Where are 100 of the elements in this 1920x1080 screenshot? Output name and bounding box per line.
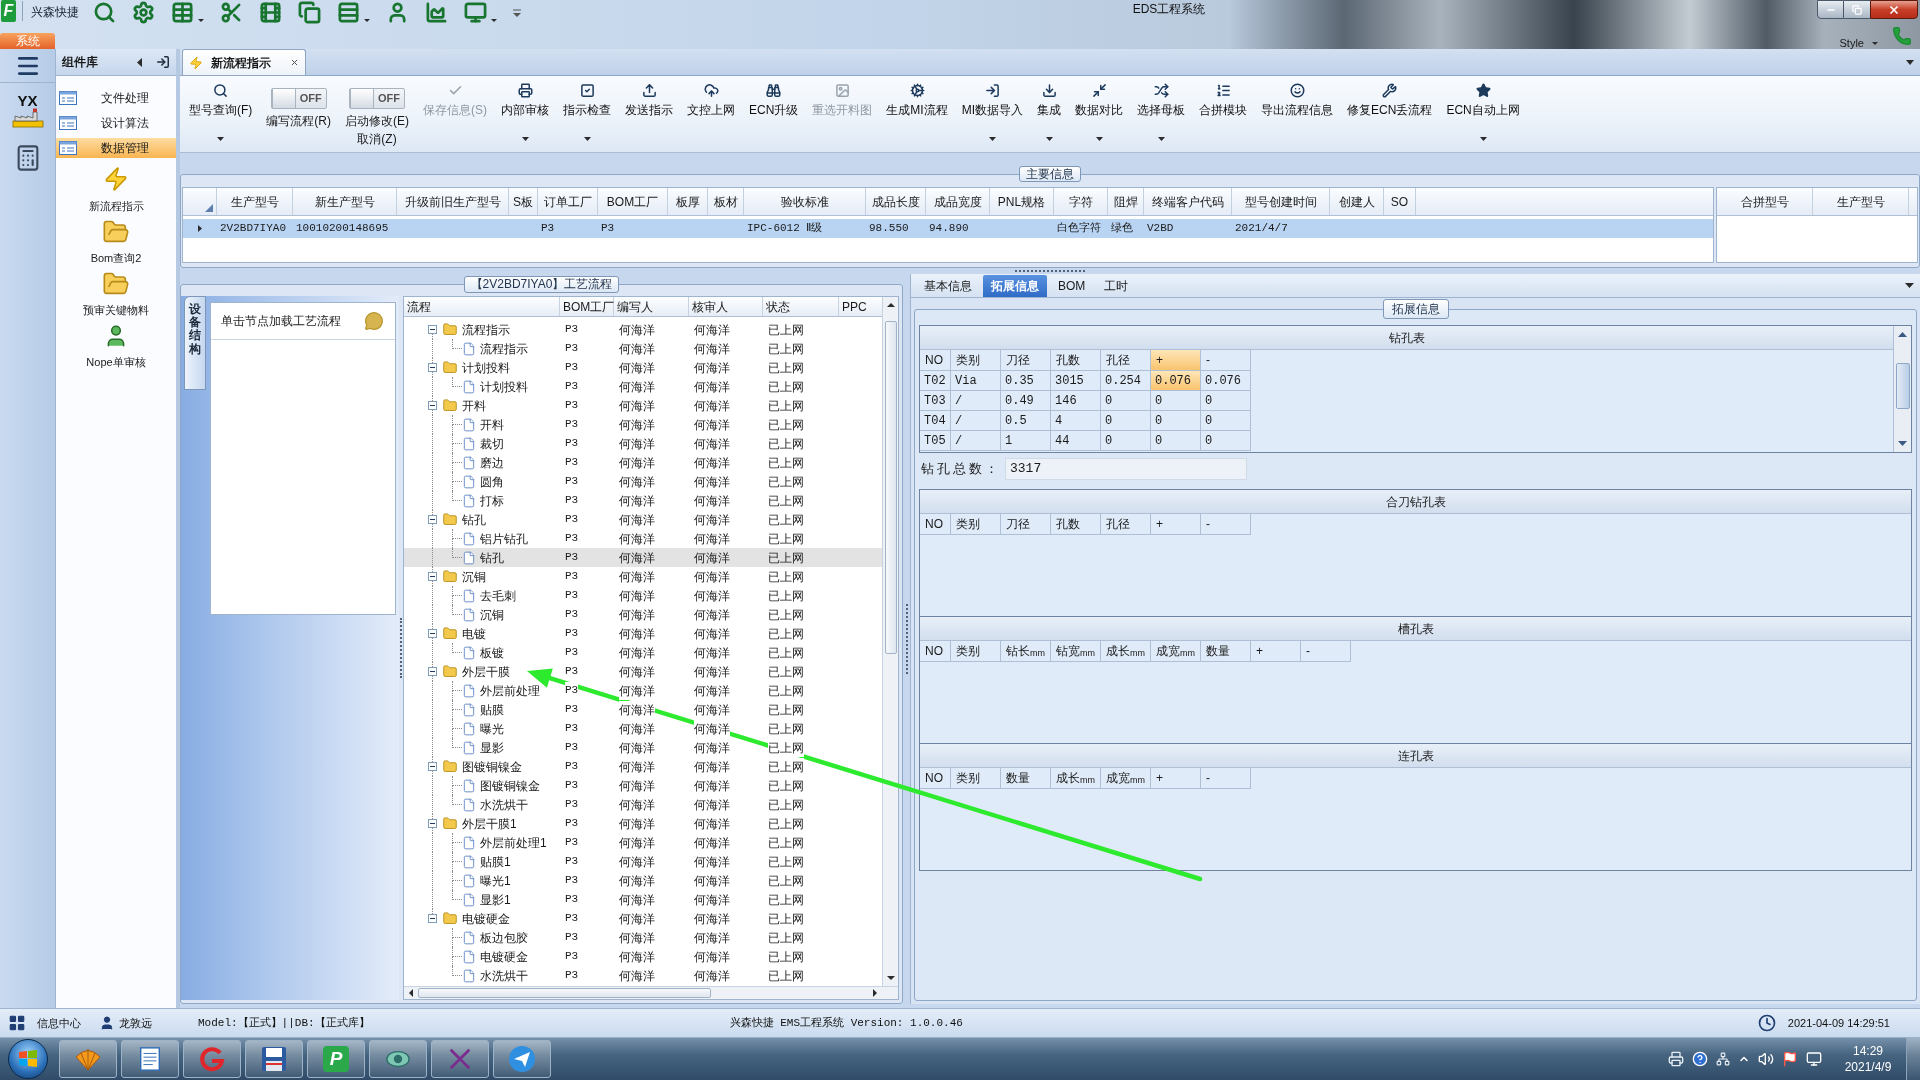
side-tab[interactable]: 设备结构 (184, 296, 206, 390)
tree-row[interactable]: 开料 P3 何海洋 何海洋 已上网 (404, 396, 882, 415)
toolbar-button[interactable]: 生成MI流程 (880, 76, 954, 152)
scroll-up-icon[interactable] (886, 303, 895, 307)
scrollbar-thumb[interactable] (418, 988, 711, 998)
tree-row[interactable]: 开料 P3 何海洋 何海洋 已上网 (404, 415, 882, 434)
tree-row[interactable]: 沉铜 P3 何海洋 何海洋 已上网 (404, 605, 882, 624)
taskbar-app-button[interactable] (183, 1040, 241, 1078)
tree-row[interactable]: 钻孔 P3 何海洋 何海洋 已上网 (404, 510, 882, 529)
help-icon[interactable] (1692, 1051, 1708, 1067)
tree-row[interactable]: 图镀铜镍金 P3 何海洋 何海洋 已上网 (404, 757, 882, 776)
tree-row[interactable]: 外层干膜 P3 何海洋 何海洋 已上网 (404, 662, 882, 681)
shortcut-button[interactable]: 新流程指示 (56, 166, 176, 218)
person-icon[interactable] (386, 1, 409, 24)
shortcut-button[interactable]: Nope单审核 (56, 322, 176, 374)
dropdown-icon[interactable] (1906, 60, 1914, 65)
dropdown-icon[interactable] (1905, 283, 1914, 288)
tree-row[interactable]: 磨边 P3 何海洋 何海洋 已上网 (404, 453, 882, 472)
scroll-down-icon[interactable] (886, 976, 895, 980)
tree-row[interactable]: 计划投料 P3 何海洋 何海洋 已上网 (404, 358, 882, 377)
collapse-icon[interactable] (427, 914, 437, 923)
scrollbar-thumb[interactable] (1895, 363, 1910, 409)
grid-icon[interactable] (8, 1014, 26, 1032)
speech-bubble-icon[interactable] (363, 311, 385, 331)
tree-row[interactable]: 流程指示 P3 何海洋 何海洋 已上网 (404, 320, 882, 339)
close-button[interactable] (1870, 0, 1918, 19)
splitter-handle[interactable] (905, 604, 908, 674)
monitor-icon[interactable] (464, 1, 487, 24)
collapse-icon[interactable] (427, 762, 437, 771)
scissors-icon[interactable] (220, 1, 243, 24)
toggle-switch[interactable]: OFF (270, 88, 327, 109)
taskbar-app-button[interactable] (431, 1040, 489, 1078)
tree-row[interactable]: 电镀硬金 P3 何海洋 何海洋 已上网 (404, 909, 882, 928)
tree-row[interactable]: 裁切 P3 何海洋 何海洋 已上网 (404, 434, 882, 453)
table-icon[interactable] (171, 1, 194, 24)
tree-row[interactable]: 电镀硬金 P3 何海洋 何海洋 已上网 (404, 947, 882, 966)
shortcut-button[interactable]: Bom查询2 (56, 218, 176, 270)
toolbar-button[interactable]: 数据对比 (1069, 76, 1130, 152)
toolbar-button[interactable]: 集成 (1031, 76, 1068, 152)
status-text[interactable]: 信息中心 (37, 1014, 81, 1032)
scroll-down-icon[interactable] (1898, 441, 1907, 446)
tab[interactable]: BOM (1050, 275, 1094, 297)
toggle-switch[interactable]: OFF (349, 88, 405, 109)
toolbar-button[interactable]: 合拼模块 (1193, 76, 1254, 152)
tree-row[interactable]: 曝光 P3 何海洋 何海洋 已上网 (404, 719, 882, 738)
show-desktop-button[interactable] (1906, 1038, 1920, 1080)
tree-row[interactable]: 板镀 P3 何海洋 何海洋 已上网 (404, 643, 882, 662)
scroll-left-icon[interactable] (409, 989, 413, 997)
printer-icon[interactable] (1668, 1051, 1684, 1067)
toolbar-button[interactable]: 文控上网 (681, 76, 741, 152)
tree-row[interactable]: 显影 P3 何海洋 何海洋 已上网 (404, 738, 882, 757)
toolbar-button[interactable]: 选择母板 (1131, 76, 1192, 152)
tree-row[interactable]: 水洗烘干 P3 何海洋 何海洋 已上网 (404, 795, 882, 814)
toolbar-button[interactable]: ECN自动上网 (1440, 76, 1526, 152)
toolbar-button[interactable]: 发送指示 (619, 76, 679, 152)
tree-row[interactable]: 沉铜 P3 何海洋 何海洋 已上网 (404, 567, 882, 586)
caret-icon[interactable] (491, 19, 497, 22)
collapse-icon[interactable] (427, 819, 437, 828)
nav-item[interactable]: 数据管理 (56, 138, 176, 158)
horizontal-scrollbar[interactable] (404, 986, 898, 999)
taskbar-clock[interactable]: 14:29 2021/4/9 (1836, 1040, 1900, 1078)
scroll-up-icon[interactable] (1898, 332, 1907, 337)
taskbar-app-button[interactable] (245, 1040, 303, 1078)
taskbar-app-button[interactable] (493, 1040, 551, 1078)
taskbar-app-button[interactable] (121, 1040, 179, 1078)
table-row[interactable]: 2V2BD7IYA0 10010200148695 P3 P3 IPC-6012 Ⅱ级 98.550 94.890 白色字符 绿色 V2BD 2021/4/7 (183, 219, 1713, 238)
maximize-button[interactable] (1844, 0, 1870, 19)
collapse-icon[interactable] (427, 667, 437, 676)
speaker-icon[interactable] (1758, 1051, 1774, 1067)
tree-row[interactable]: 流程指示 P3 何海洋 何海洋 已上网 (404, 339, 882, 358)
document-tab[interactable]: 新流程指示 (182, 49, 306, 75)
splitter-handle[interactable] (1015, 269, 1085, 273)
start-button[interactable] (8, 1039, 48, 1079)
tab[interactable]: 工时 (1096, 275, 1137, 297)
sign-in-icon[interactable] (156, 55, 170, 69)
collapse-icon[interactable] (427, 629, 437, 638)
toolbar-button[interactable]: 内部审核 (495, 76, 555, 152)
collapse-icon[interactable] (427, 515, 437, 524)
collapse-icon[interactable] (427, 325, 437, 334)
tree-row[interactable]: 水洗烘干 P3 何海洋 何海洋 已上网 (404, 966, 882, 985)
tree-row[interactable]: 圆角 P3 何海洋 何海洋 已上网 (404, 472, 882, 491)
tree-row[interactable]: 打标 P3 何海洋 何海洋 已上网 (404, 491, 882, 510)
tree-row[interactable]: 贴膜 P3 何海洋 何海洋 已上网 (404, 700, 882, 719)
flag-icon[interactable] (1782, 1051, 1798, 1067)
search-icon[interactable] (93, 1, 116, 24)
collapse-icon[interactable] (427, 401, 437, 410)
tree-row[interactable]: 电镀 P3 何海洋 何海洋 已上网 (404, 624, 882, 643)
close-icon[interactable] (290, 58, 299, 67)
vertical-scrollbar[interactable] (1893, 326, 1911, 452)
gear-icon[interactable] (132, 1, 155, 24)
tree-row[interactable]: 外层前处理 P3 何海洋 何海洋 已上网 (404, 681, 882, 700)
toolbar-button[interactable]: ECN升级 (743, 76, 805, 152)
tree-row[interactable]: 板边包胶 P3 何海洋 何海洋 已上网 (404, 928, 882, 947)
vertical-scrollbar[interactable] (882, 297, 898, 986)
taskbar-app-button[interactable] (59, 1040, 117, 1078)
caret-left-icon[interactable] (137, 57, 142, 67)
taskbar-app-button[interactable] (369, 1040, 427, 1078)
monitor-icon[interactable] (1806, 1051, 1822, 1067)
tree-row[interactable]: 图镀铜镍金 P3 何海洋 何海洋 已上网 (404, 776, 882, 795)
minimize-button[interactable] (1817, 0, 1844, 19)
